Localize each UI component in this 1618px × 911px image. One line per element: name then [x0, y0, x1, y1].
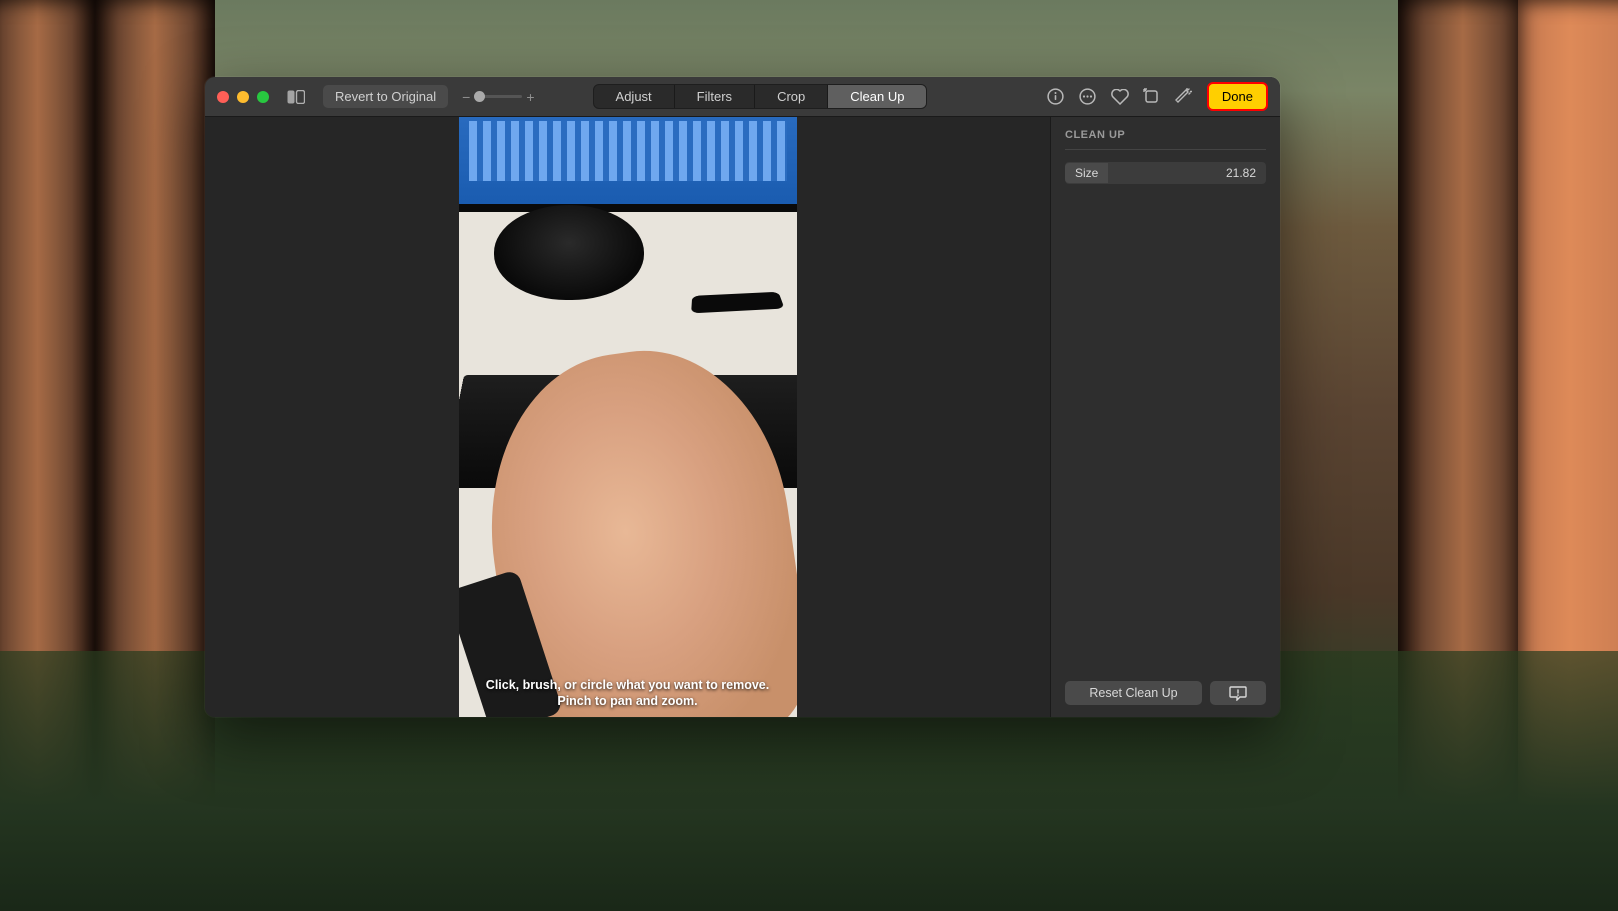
tab-filters[interactable]: Filters: [675, 85, 755, 108]
brush-size-label: Size: [1065, 163, 1108, 183]
rotate-icon[interactable]: [1143, 88, 1161, 106]
cleanup-sidebar: CLEAN UP Size 21.82 Reset Clean Up: [1050, 117, 1280, 717]
zoom-controls: − +: [462, 89, 534, 105]
brush-size-value: 21.82: [1216, 166, 1266, 180]
feedback-button[interactable]: [1210, 681, 1266, 705]
fullscreen-window-button[interactable]: [257, 91, 269, 103]
brush-size-control[interactable]: Size 21.82: [1065, 162, 1266, 184]
favorite-heart-icon[interactable]: [1111, 88, 1129, 106]
minimize-window-button[interactable]: [237, 91, 249, 103]
cleanup-hint-text: Click, brush, or circle what you want to…: [468, 677, 788, 710]
zoom-in-button[interactable]: +: [526, 89, 534, 105]
tab-clean-up[interactable]: Clean Up: [828, 85, 926, 108]
window-titlebar: Revert to Original − + Adjust Filters Cr…: [205, 77, 1280, 117]
close-window-button[interactable]: [217, 91, 229, 103]
photo-canvas[interactable]: Click, brush, or circle what you want to…: [205, 117, 1050, 717]
done-button-highlight: Done: [1207, 82, 1268, 111]
revert-to-original-button[interactable]: Revert to Original: [323, 85, 448, 108]
speech-bubble-icon: [1229, 685, 1247, 701]
zoom-slider-thumb[interactable]: [474, 91, 485, 102]
edit-mode-tabs: Adjust Filters Crop Clean Up: [593, 84, 928, 109]
tab-adjust[interactable]: Adjust: [594, 85, 675, 108]
tab-crop[interactable]: Crop: [755, 85, 828, 108]
sidebar-toggle-icon[interactable]: [287, 90, 305, 104]
zoom-out-button[interactable]: −: [462, 89, 470, 105]
edited-photo[interactable]: Click, brush, or circle what you want to…: [459, 117, 797, 717]
more-options-icon[interactable]: [1079, 88, 1097, 106]
photos-edit-window: Revert to Original − + Adjust Filters Cr…: [205, 77, 1280, 717]
sidebar-title: CLEAN UP: [1065, 129, 1266, 150]
info-icon[interactable]: [1047, 88, 1065, 106]
done-button[interactable]: Done: [1210, 85, 1265, 108]
window-controls: [217, 91, 269, 103]
zoom-slider[interactable]: [474, 95, 522, 98]
reset-cleanup-button[interactable]: Reset Clean Up: [1065, 681, 1202, 705]
auto-enhance-icon[interactable]: [1175, 88, 1193, 106]
